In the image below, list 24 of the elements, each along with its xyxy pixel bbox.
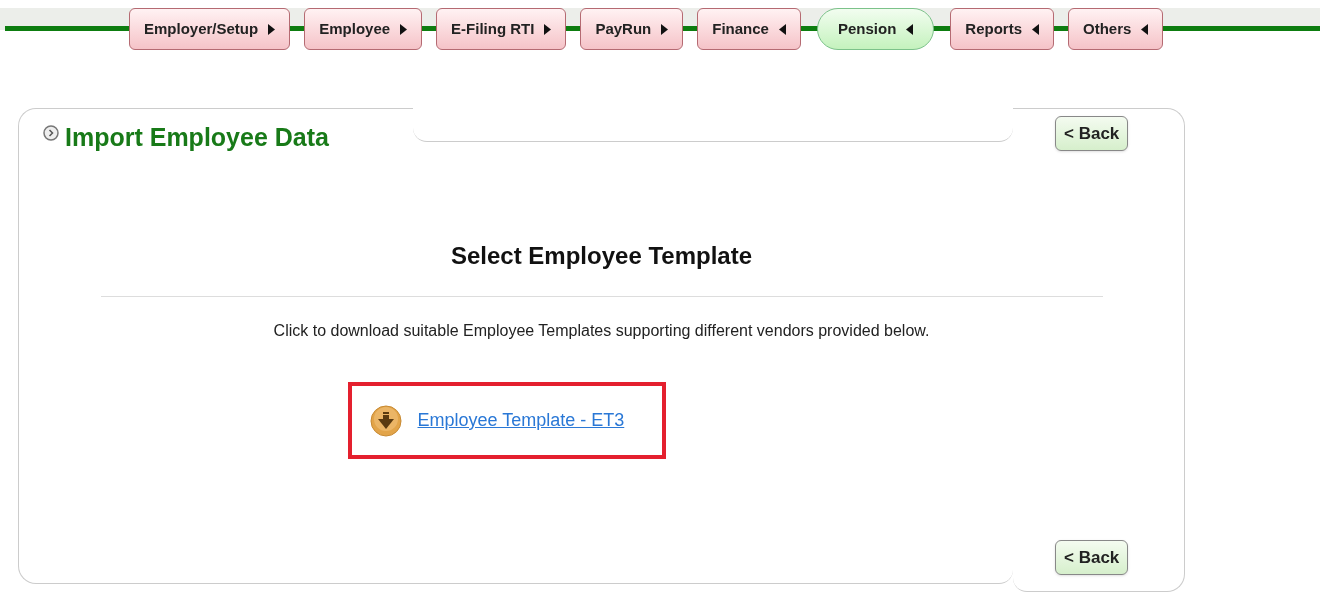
right-arrow-icon [544, 23, 552, 35]
left-arrow-icon [778, 23, 786, 35]
left-arrow-icon [906, 23, 914, 35]
nav-tab[interactable]: PayRun [580, 8, 684, 50]
back-button[interactable]: < Back [1055, 116, 1129, 151]
nav-tab[interactable]: Employer/Setup [129, 8, 291, 50]
nav-tab[interactable]: E-Filing RTI [436, 8, 567, 50]
section-heading: Select Employee Template [451, 241, 752, 271]
description-text: Click to download suitable Employee Templates supporting different vendors provided below. [273, 321, 930, 341]
right-arrow-icon [400, 23, 408, 35]
template-download-link[interactable]: Employee Template - ET3 [417, 407, 625, 434]
back-button[interactable]: < Back [1055, 540, 1129, 575]
left-arrow-icon [1032, 23, 1039, 35]
nav-tab[interactable]: Reports [950, 8, 1054, 50]
nav-tab[interactable]: Others [1068, 8, 1164, 50]
download-icon [369, 404, 402, 437]
nav-tab[interactable]: Finance [697, 8, 801, 50]
nav-tab[interactable]: Pension [816, 8, 935, 50]
page-title: Import Employee Data [65, 122, 329, 153]
left-arrow-icon [1141, 23, 1149, 35]
right-arrow-icon [661, 23, 669, 35]
nav-tab[interactable]: Employee [304, 8, 423, 50]
chevron-circle-icon [43, 125, 59, 141]
right-arrow-icon [268, 23, 276, 35]
